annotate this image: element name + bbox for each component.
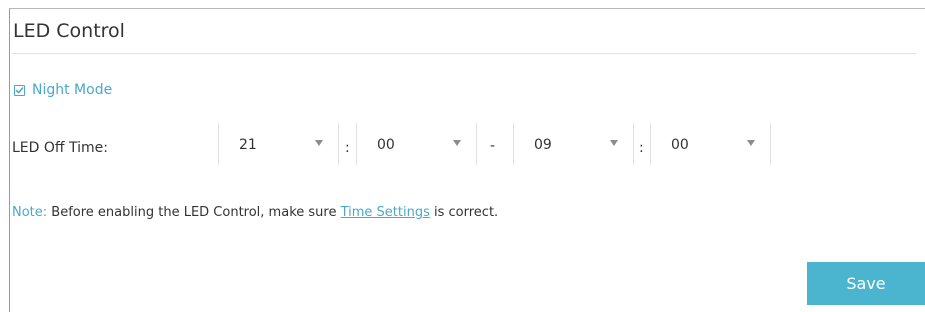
start-hour-select[interactable]: 21 xyxy=(218,123,339,165)
night-mode-toggle[interactable]: Night Mode xyxy=(14,82,112,98)
start-minute-value: 00 xyxy=(377,137,395,153)
save-button[interactable]: Save xyxy=(807,262,925,305)
panel-title: LED Control xyxy=(13,20,125,42)
note-text: Note: Before enabling the LED Control, m… xyxy=(12,205,498,220)
note-prefix: Note: xyxy=(12,205,48,220)
note-body: Before enabling the LED Control, make su… xyxy=(51,205,337,220)
start-minute-select[interactable]: 00 xyxy=(356,123,477,165)
range-separator: - xyxy=(490,138,496,154)
checkmark-icon xyxy=(15,86,24,93)
note-suffix: is correct. xyxy=(434,205,499,220)
end-minute-value: 00 xyxy=(671,137,689,153)
chevron-down-icon xyxy=(315,140,323,146)
chevron-down-icon xyxy=(747,140,755,146)
end-minute-select[interactable]: 00 xyxy=(650,123,771,165)
end-hour-select[interactable]: 09 xyxy=(513,123,634,165)
night-mode-checkbox[interactable] xyxy=(14,84,25,96)
start-hour-value: 21 xyxy=(239,137,257,153)
title-divider xyxy=(12,53,916,54)
time-separator: : xyxy=(639,140,644,156)
time-settings-link[interactable]: Time Settings xyxy=(341,205,430,220)
chevron-down-icon xyxy=(453,140,461,146)
end-hour-value: 09 xyxy=(534,137,552,153)
led-off-time-label: LED Off Time: xyxy=(12,140,108,156)
chevron-down-icon xyxy=(610,140,618,146)
time-separator: : xyxy=(345,140,350,156)
night-mode-label: Night Mode xyxy=(32,82,113,98)
